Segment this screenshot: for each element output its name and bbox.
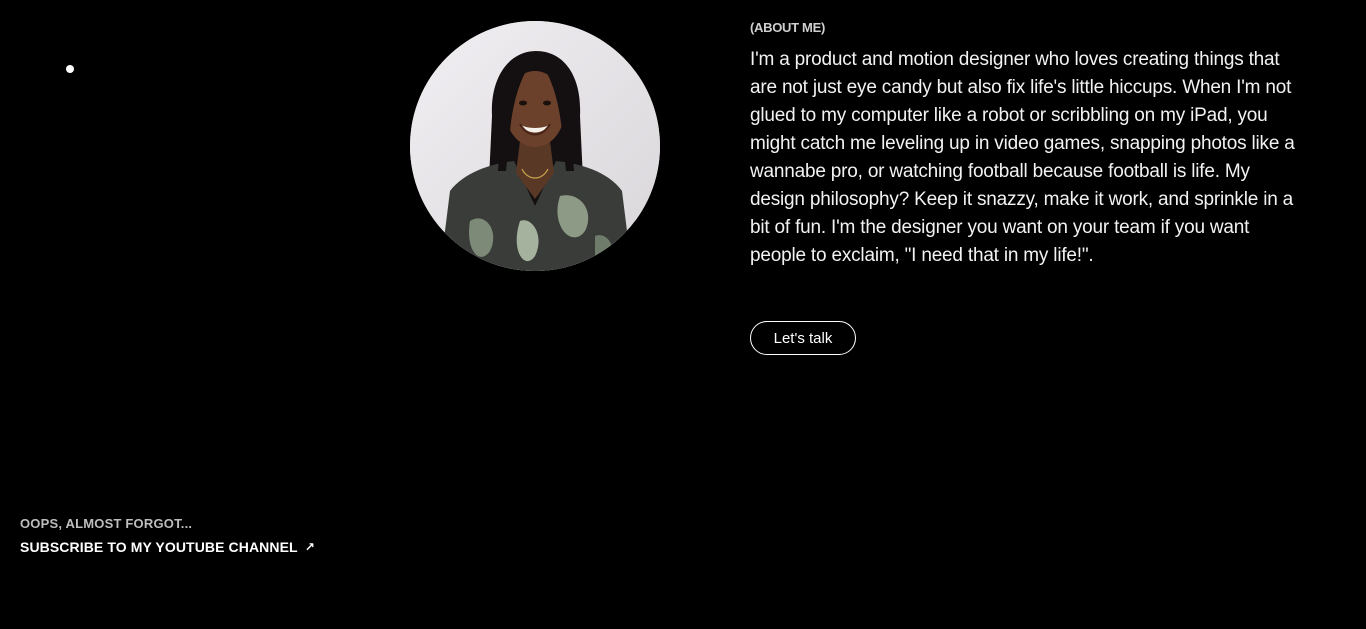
oops-label: OOPS, ALMOST FORGOT... xyxy=(20,516,193,531)
about-heading: (ABOUT ME) xyxy=(750,20,825,35)
subscribe-youtube-link[interactable]: SUBSCRIBE TO MY YOUTUBE CHANNEL ↗ xyxy=(20,539,315,555)
footer-note: OOPS, ALMOST FORGOT... SUBSCRIBE TO MY Y… xyxy=(20,516,315,555)
about-paragraph: I'm a product and motion designer who lo… xyxy=(750,49,1295,266)
about-section: (ABOUT ME) I'm a product and motion desi… xyxy=(750,20,1310,270)
arrow-up-right-icon: ↗ xyxy=(304,540,315,554)
profile-photo xyxy=(410,21,660,271)
subscribe-link-label: SUBSCRIBE TO MY YOUTUBE CHANNEL xyxy=(20,539,298,555)
lets-talk-button[interactable]: Let's talk xyxy=(750,321,856,355)
cursor-dot xyxy=(66,65,74,73)
